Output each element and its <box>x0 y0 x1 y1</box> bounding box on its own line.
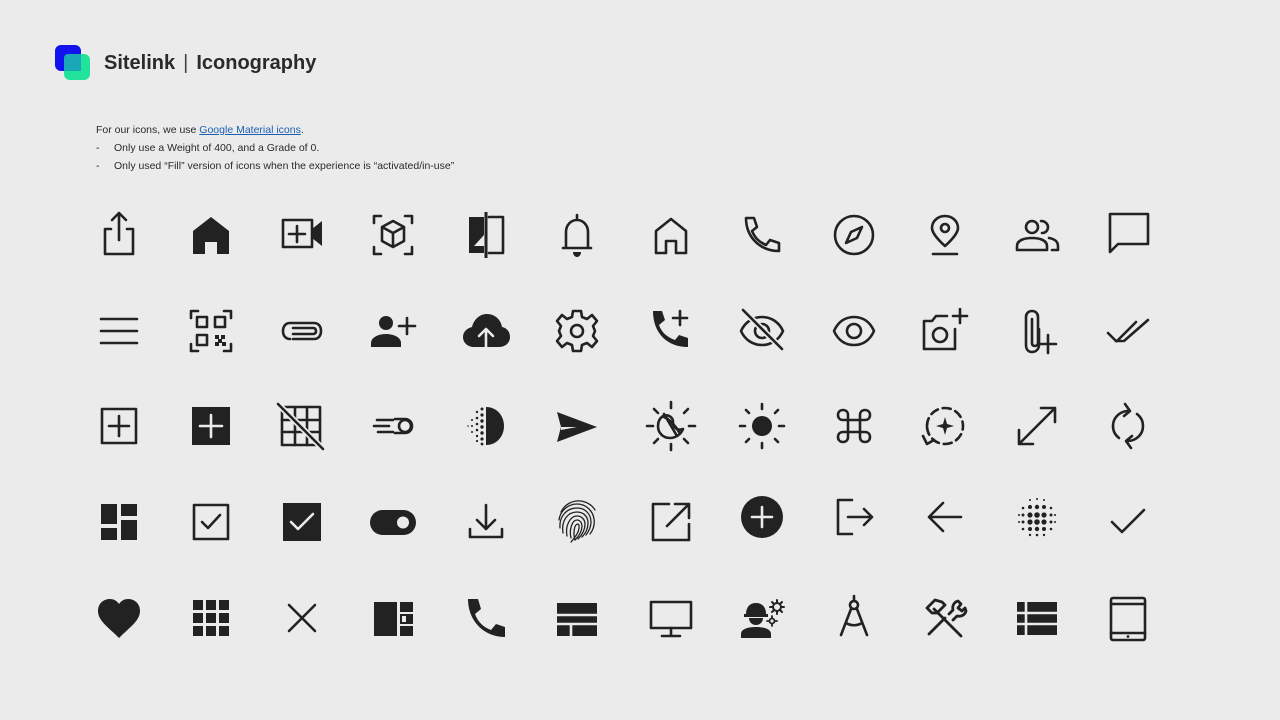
light-mode-icon <box>736 400 788 452</box>
call-outlined-icon <box>736 209 788 261</box>
sync-icon <box>1102 400 1154 452</box>
add-circle-filled-icon <box>736 496 788 548</box>
add-box-filled-icon <box>185 400 237 452</box>
web-icon <box>551 592 603 644</box>
home-filled-icon <box>185 209 237 261</box>
add-call-icon <box>645 305 697 357</box>
apps-icon <box>185 592 237 644</box>
architecture-icon <box>828 592 880 644</box>
icon-grid <box>0 0 1280 720</box>
visibility-icon <box>828 305 880 357</box>
download-icon <box>460 496 512 548</box>
settings-icon <box>551 305 603 357</box>
dashboard-icon <box>93 496 145 548</box>
logout-icon <box>828 496 880 548</box>
qr-code-scanner-icon <box>185 305 237 357</box>
video-call-icon <box>276 209 328 261</box>
close-icon <box>276 592 328 644</box>
contrast-icon <box>460 400 512 452</box>
brightness-night-icon <box>645 400 697 452</box>
construction-icon <box>919 592 971 644</box>
keyboard-command-icon <box>828 400 880 452</box>
call-filled-icon <box>460 592 512 644</box>
cloud-upload-icon <box>460 305 512 357</box>
view-in-ar-icon <box>367 209 419 261</box>
attachment-icon <box>276 305 328 357</box>
open-in-new-icon <box>645 496 697 548</box>
check-box-outlined-icon <box>185 496 237 548</box>
desktop-icon <box>645 592 697 644</box>
add-a-photo-icon <box>919 305 971 357</box>
grid-off-icon <box>276 400 328 452</box>
done-all-icon <box>1102 305 1154 357</box>
send-icon <box>551 400 603 452</box>
person-add-icon <box>367 305 419 357</box>
home-outlined-icon <box>645 209 697 261</box>
attach-file-add-icon <box>1011 305 1063 357</box>
group-icon <box>1011 209 1063 261</box>
compare-icon <box>460 209 512 261</box>
engineering-icon <box>736 592 788 644</box>
menu-icon <box>93 305 145 357</box>
visibility-off-icon <box>736 305 788 357</box>
sync-sparkle-icon <box>919 400 971 452</box>
view-list-icon <box>1011 592 1063 644</box>
ios-share-icon <box>93 209 145 261</box>
arrow-back-icon <box>919 496 971 548</box>
check-icon <box>1102 496 1154 548</box>
blur-on-icon <box>1011 496 1063 548</box>
chat-bubble-icon <box>1102 209 1154 261</box>
speed-toggle-icon <box>367 400 419 452</box>
tablet-icon <box>1102 592 1154 644</box>
fingerprint-icon <box>551 496 603 548</box>
location-on-icon <box>919 209 971 261</box>
add-box-outlined-icon <box>93 400 145 452</box>
favorite-filled-icon <box>93 592 145 644</box>
explore-icon <box>828 209 880 261</box>
open-in-full-icon <box>1011 400 1063 452</box>
notifications-icon <box>551 209 603 261</box>
toggle-on-icon <box>367 496 419 548</box>
view-quilt-icon <box>367 592 419 644</box>
check-box-filled-icon <box>276 496 328 548</box>
